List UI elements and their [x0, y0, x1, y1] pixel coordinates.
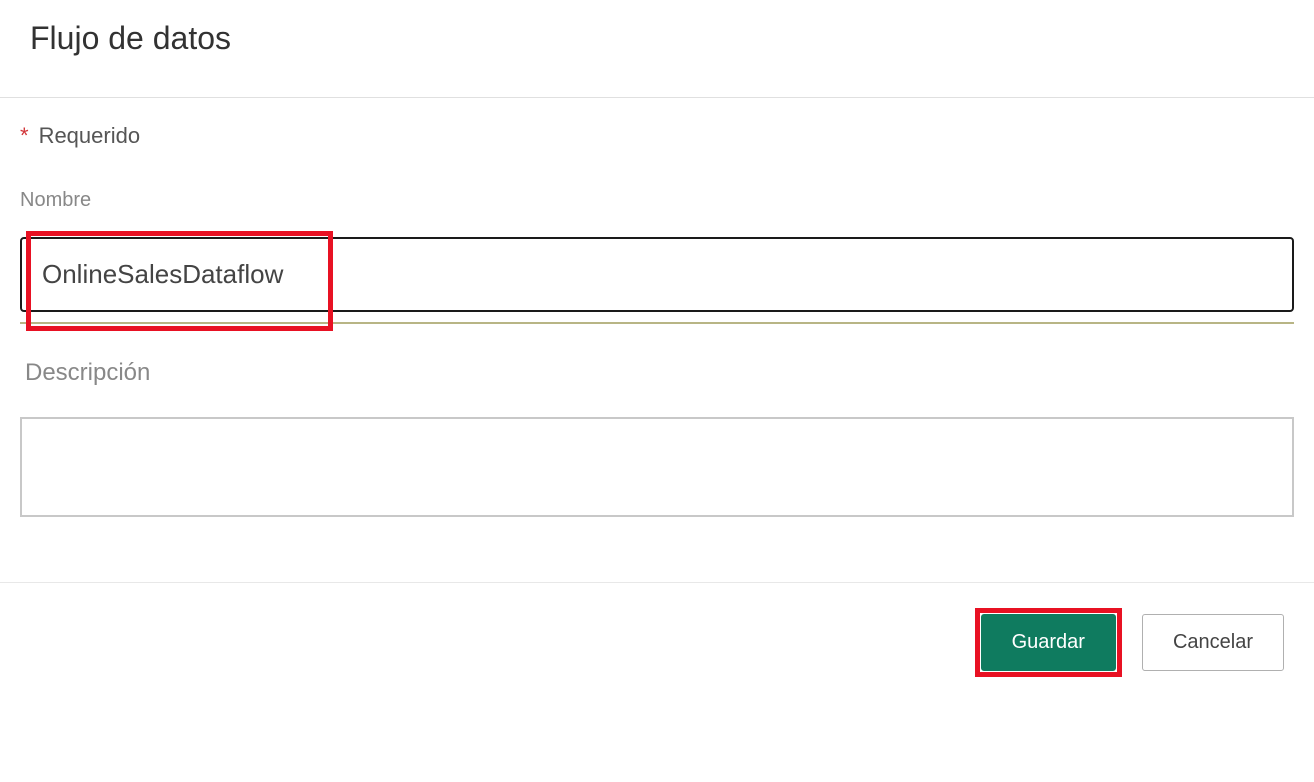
name-field-label: Nombre [20, 189, 1294, 212]
description-field-label: Descripción [25, 359, 1294, 387]
description-textarea[interactable] [20, 417, 1294, 517]
cancel-button[interactable]: Cancelar [1142, 614, 1284, 671]
name-input[interactable] [20, 237, 1294, 312]
required-indicator-row: * Requerido [20, 123, 1294, 149]
save-button[interactable]: Guardar [981, 614, 1116, 671]
dialog-title: Flujo de datos [30, 20, 1284, 57]
required-asterisk-icon: * [20, 125, 29, 147]
form-body: * Requerido Nombre Descripción [0, 98, 1314, 552]
dialog-footer: Guardar Cancelar [0, 583, 1314, 677]
save-button-highlight-wrap: Guardar [975, 608, 1122, 677]
name-input-underline [20, 322, 1294, 324]
required-label: Requerido [39, 123, 141, 149]
dialog-header: Flujo de datos [0, 0, 1314, 97]
name-input-container [20, 237, 1294, 312]
